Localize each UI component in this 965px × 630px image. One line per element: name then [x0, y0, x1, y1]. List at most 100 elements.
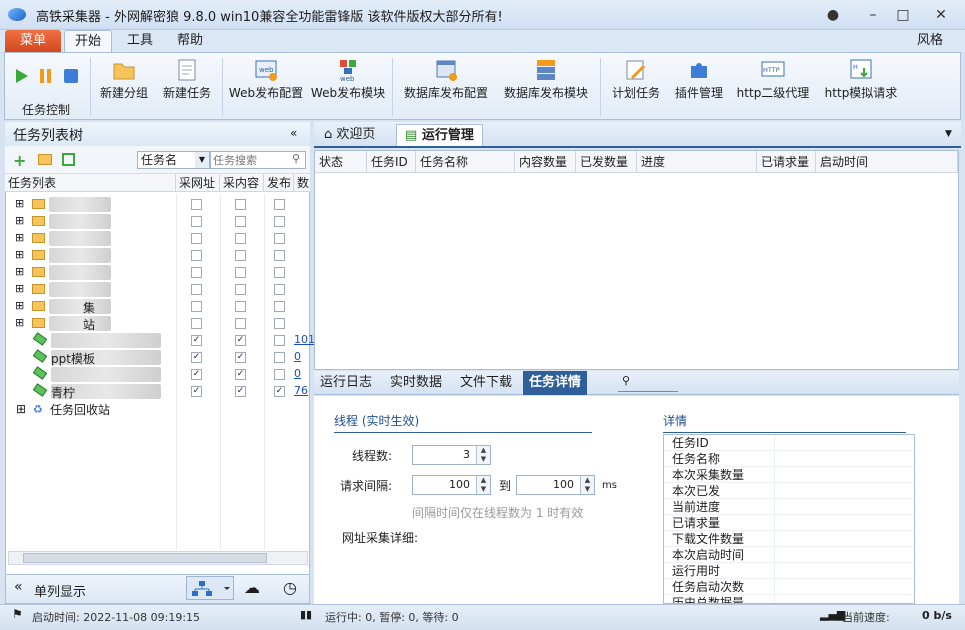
scrollbar-thumb[interactable]	[23, 553, 267, 563]
task-grid-column[interactable]: 状态	[315, 151, 367, 173]
row-checkbox[interactable]	[235, 284, 246, 295]
row-checkbox[interactable]	[274, 216, 285, 227]
collapse-left-icon[interactable]: «	[14, 579, 23, 595]
row-checkbox[interactable]	[235, 318, 246, 329]
db-publish-module-button[interactable]: 数据库发布模块	[500, 54, 592, 116]
row-checkbox[interactable]	[191, 284, 202, 295]
tab-task-detail[interactable]: 任务详情	[523, 371, 588, 395]
expand-all-icon[interactable]	[62, 153, 75, 166]
close-icon[interactable]: ✕	[930, 5, 952, 25]
row-checkbox[interactable]: ✓	[235, 386, 246, 397]
tab-start[interactable]: 开始	[64, 30, 112, 52]
plugin-manager-button[interactable]: 插件管理	[670, 54, 728, 116]
maximize-icon[interactable]: □	[892, 5, 914, 25]
row-checkbox[interactable]	[235, 301, 246, 312]
interval-from-stepper[interactable]: 100 ▲ ▼	[412, 475, 491, 495]
recycle-expander-icon[interactable]: ⊞	[16, 402, 26, 416]
thread-count-stepper[interactable]: 3 ▲ ▼	[412, 445, 491, 465]
clock-icon[interactable]: ◷	[283, 578, 297, 597]
row-checkbox[interactable]: ✓	[235, 352, 246, 363]
web-publish-config-button[interactable]: web Web发布配置	[228, 54, 304, 116]
row-checkbox[interactable]: ✓	[274, 386, 285, 397]
row-count[interactable]: 76	[294, 384, 308, 397]
tab-list-dropdown-icon[interactable]: ▼	[945, 129, 952, 139]
expander-icon[interactable]: ⊞	[15, 282, 24, 295]
horizontal-scrollbar[interactable]	[8, 551, 308, 565]
http-proxy-button[interactable]: HTTP http二级代理	[733, 54, 813, 116]
expander-icon[interactable]: ⊞	[15, 197, 24, 210]
web-publish-module-button[interactable]: web Web发布模块	[310, 54, 386, 116]
task-grid-column[interactable]: 已发数量	[576, 151, 637, 173]
expander-icon[interactable]: ⊞	[15, 316, 24, 329]
tab-realtime-data[interactable]: 实时数据	[384, 371, 448, 395]
scheduled-task-button[interactable]: 计划任务	[606, 54, 666, 116]
tab-run-log[interactable]: 运行日志	[314, 371, 378, 395]
row-checkbox[interactable]	[191, 301, 202, 312]
style-menu[interactable]: 风格	[908, 30, 952, 52]
row-checkbox[interactable]: ✓	[191, 352, 202, 363]
row-checkbox[interactable]	[191, 216, 202, 227]
row-checkbox[interactable]	[274, 335, 285, 346]
row-count[interactable]: 101	[294, 333, 315, 346]
row-checkbox[interactable]	[235, 267, 246, 278]
col-task-list[interactable]: 任务列表	[5, 174, 176, 192]
menu-tab[interactable]: 菜单	[5, 30, 61, 52]
row-checkbox[interactable]	[274, 318, 285, 329]
task-grid-column[interactable]: 启动时间	[816, 151, 958, 173]
single-column-button[interactable]: 单列显示	[34, 581, 86, 600]
row-checkbox[interactable]	[191, 233, 202, 244]
task-grid-column[interactable]: 内容数量	[515, 151, 576, 173]
row-count[interactable]: 0	[294, 367, 301, 380]
cloud-download-icon[interactable]: ☁	[244, 578, 260, 597]
tab-tools[interactable]: 工具	[122, 30, 158, 52]
col-collect-content[interactable]: 采内容	[220, 174, 264, 192]
row-checkbox[interactable]	[191, 267, 202, 278]
expander-icon[interactable]: ⊞	[15, 248, 24, 261]
recycle-bin-item[interactable]: 任务回收站	[50, 401, 110, 418]
row-checkbox[interactable]	[235, 250, 246, 261]
row-checkbox[interactable]: ✓	[191, 386, 202, 397]
row-checkbox[interactable]	[235, 216, 246, 227]
row-count[interactable]: 0	[294, 350, 301, 363]
pin-icon[interactable]: ⚲	[618, 374, 678, 392]
tab-welcome[interactable]: ⌂ 欢迎页	[316, 124, 383, 146]
row-checkbox[interactable]	[235, 233, 246, 244]
http-simulate-button[interactable]: H http模拟请求	[820, 54, 902, 116]
row-checkbox[interactable]	[274, 233, 285, 244]
stepper-arrows[interactable]: ▲ ▼	[476, 446, 490, 464]
user-icon[interactable]: ●	[822, 5, 844, 25]
stepper-arrows[interactable]: ▲ ▼	[580, 476, 594, 494]
minimize-icon[interactable]: –	[862, 5, 884, 25]
row-checkbox[interactable]	[274, 301, 285, 312]
tab-run-manage[interactable]: ▤ 运行管理	[396, 124, 483, 146]
col-collect-url[interactable]: 采网址	[176, 174, 220, 192]
tab-file-download[interactable]: 文件下载	[454, 371, 518, 395]
stepper-arrows[interactable]: ▲ ▼	[476, 476, 490, 494]
row-checkbox[interactable]	[191, 250, 202, 261]
new-group-button[interactable]: 新建分组	[96, 54, 152, 116]
row-checkbox[interactable]	[274, 267, 285, 278]
row-checkbox[interactable]	[191, 199, 202, 210]
task-grid-column[interactable]: 进度	[637, 151, 757, 173]
search-icon[interactable]: ⚲	[292, 152, 300, 165]
row-checkbox[interactable]	[274, 284, 285, 295]
task-grid-column[interactable]: 任务ID	[367, 151, 416, 173]
row-checkbox[interactable]	[274, 369, 285, 380]
row-checkbox[interactable]	[274, 250, 285, 261]
folder-icon[interactable]	[38, 154, 52, 165]
row-checkbox[interactable]	[191, 318, 202, 329]
row-checkbox[interactable]: ✓	[235, 335, 246, 346]
row-checkbox[interactable]: ✓	[235, 369, 246, 380]
row-checkbox[interactable]	[274, 199, 285, 210]
task-grid-column[interactable]: 任务名称	[416, 151, 515, 173]
expander-icon[interactable]: ⊞	[15, 231, 24, 244]
row-checkbox[interactable]	[235, 199, 246, 210]
expander-icon[interactable]: ⊞	[15, 299, 24, 312]
expander-icon[interactable]: ⊞	[15, 214, 24, 227]
new-task-button[interactable]: 新建任务	[158, 54, 216, 116]
row-checkbox[interactable]: ✓	[191, 369, 202, 380]
db-publish-config-button[interactable]: 数据库发布配置	[400, 54, 492, 116]
interval-to-stepper[interactable]: 100 ▲ ▼	[516, 475, 595, 495]
hierarchy-button[interactable]	[186, 576, 234, 600]
collapse-panel-icon[interactable]: «	[290, 126, 297, 140]
